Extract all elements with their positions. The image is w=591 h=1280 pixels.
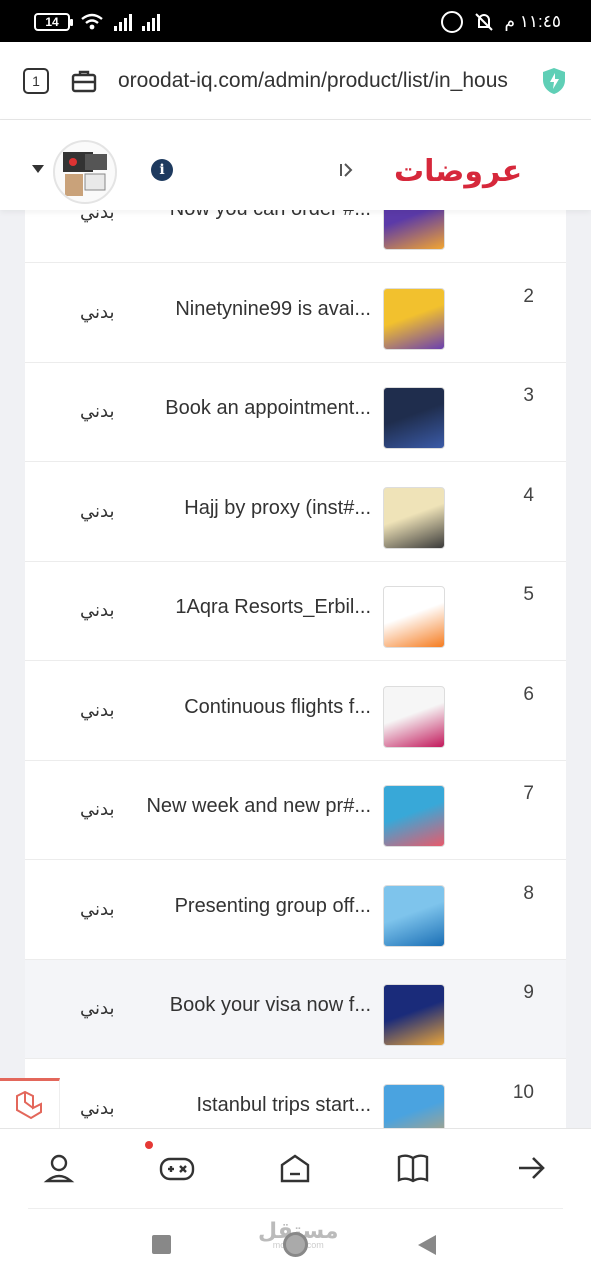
table-row[interactable]: 2 Ninetynine99 is avai... بدني [25,263,566,363]
table-row[interactable]: 3 Book an appointment... بدني [25,363,566,462]
product-thumbnail[interactable] [383,984,445,1046]
signal-icon-2 [142,13,160,31]
product-category: بدني [80,799,115,819]
home-icon[interactable] [278,1151,312,1185]
games-icon[interactable] [158,1151,196,1185]
bookmarks-icon[interactable] [396,1151,430,1185]
logo-text: عروضات [394,153,523,189]
product-category: بدني [80,301,115,322]
recent-apps-button[interactable] [152,1235,171,1254]
product-list: Now you can order #... بدني 2 Ninetynine99 … [0,210,591,1128]
app-header: i عروضات [0,120,591,210]
product-thumbnail[interactable] [383,287,445,350]
product-thumbnail[interactable] [383,1083,445,1128]
tab-count-label: 1 [32,73,40,89]
battery-level: 14 [45,15,59,29]
product-thumbnail[interactable] [383,210,445,250]
product-title[interactable]: Ninetynine99 is avai... [175,298,371,321]
product-thumbnail[interactable] [383,586,445,648]
product-thumbnail[interactable] [383,387,445,449]
app-logo[interactable]: عروضات [394,148,522,194]
product-category: بدني [80,898,115,919]
chevron-down-icon[interactable] [32,165,44,173]
notifications-off-icon [474,13,493,31]
product-thumbnail[interactable] [383,785,445,847]
row-number: 2 [523,285,534,307]
system-nav-bar: مستقلmostaql.com [0,1209,591,1280]
product-thumbnail[interactable] [383,486,445,549]
product-title[interactable]: 1Aqra Resorts_Erbil... [175,596,371,619]
row-number: 8 [523,882,534,904]
tab-count-button[interactable]: 1 [23,68,49,94]
product-title[interactable]: New week and new pr#... [146,795,371,818]
signal-icon [114,13,132,31]
row-number: 3 [523,385,534,406]
row-number: 4 [523,484,534,506]
table-row[interactable]: 10 Istanbul trips start... بدني [25,1059,566,1128]
wifi-icon [81,13,103,30]
product-title[interactable]: Book an appointment... [165,397,371,420]
row-number: 6 [523,683,534,705]
status-right: ١١:٤٥ م [440,11,562,33]
info-icon[interactable]: i [151,159,173,181]
product-title[interactable]: Istanbul trips start... [196,1094,371,1117]
url-field[interactable]: oroodat-iq.com/admin/product/list/in_hou… [118,69,532,93]
table-row[interactable]: 8 Presenting group off... بدني [25,860,566,960]
table-row[interactable]: 5 1Aqra Resorts_Erbil... بدني [25,562,566,661]
row-number: 10 [512,1081,534,1103]
table-row[interactable]: 4 Hajj by proxy (inst#... بدني [25,462,566,562]
table-row[interactable]: 6 Continuous flights f... بدني [25,661,566,761]
table-row[interactable]: 9 Book your visa now f... بدني [25,960,566,1059]
product-title[interactable]: Now you can order #... [170,210,371,221]
product-thumbnail[interactable] [383,685,445,748]
back-button[interactable] [418,1235,436,1255]
status-left: 14 [34,13,160,31]
table-row[interactable]: 7 New week and new pr#... بدني [25,761,566,860]
product-category: بدني [80,998,115,1018]
status-time: ١١:٤٥ م [504,12,562,31]
row-number: 9 [523,982,534,1003]
table-row[interactable]: Now you can order #... بدني [25,210,566,263]
avatar[interactable] [53,140,117,204]
profile-icon[interactable] [42,1151,76,1185]
product-category: بدني [80,500,115,521]
row-number: 5 [523,584,534,605]
row-number: 7 [523,783,534,804]
product-thumbnail[interactable] [383,884,445,947]
notification-dot [145,1141,153,1149]
briefcase-icon[interactable] [70,67,98,95]
product-category: بدني [80,1097,115,1118]
product-category: بدني [80,401,115,421]
browser-bottom-nav [0,1128,591,1208]
status-bar: 14 ١١:٤٥ م [0,0,591,42]
home-button[interactable] [283,1232,308,1257]
laravel-logo-icon[interactable] [0,1078,60,1128]
product-category: بدني [80,210,115,222]
product-title[interactable]: Presenting group off... [175,895,371,918]
shield-icon[interactable] [540,66,568,96]
battery-icon: 14 [34,13,73,31]
forward-arrow-icon[interactable] [514,1151,548,1185]
browser-toolbar: 1 oroodat-iq.com/admin/product/list/in_h… [0,42,591,120]
alarm-icon [440,11,463,33]
product-title[interactable]: Hajj by proxy (inst#... [184,497,371,520]
product-title[interactable]: Continuous flights f... [184,696,371,719]
product-category: بدني [80,699,115,720]
collapse-sidebar-icon[interactable] [337,160,357,180]
product-title[interactable]: Book your visa now f... [170,994,371,1017]
product-category: بدني [80,600,115,620]
